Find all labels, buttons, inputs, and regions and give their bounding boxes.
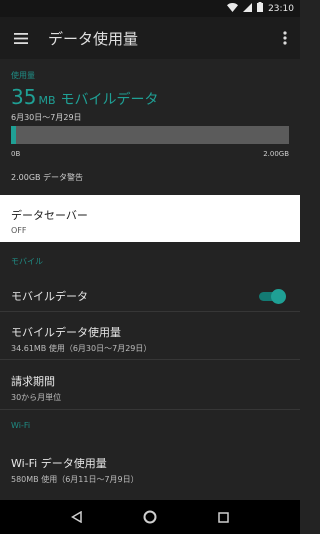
billing-cycle-row[interactable]: 請求期間 30から月単位 — [0, 373, 300, 403]
battery-icon — [257, 2, 264, 15]
usage-progress-fill — [11, 126, 16, 144]
back-icon[interactable] — [67, 507, 87, 527]
usage-bar-max-label: 2.00GB — [263, 150, 289, 158]
divider — [0, 359, 300, 360]
signal-icon — [243, 2, 253, 15]
billing-cycle-title: 請求期間 — [11, 375, 55, 388]
wifi-usage-row[interactable]: Wi-Fi データ使用量 580MB 使用（6月11日〜7月9日） — [0, 455, 300, 485]
more-vert-icon[interactable] — [270, 17, 300, 59]
mobile-data-toggle[interactable] — [257, 288, 287, 304]
wifi-usage-subtitle: 580MB 使用（6月11日〜7月9日） — [11, 475, 139, 484]
data-saver-item[interactable]: データセーバー OFF — [0, 195, 300, 242]
usage-unit: MB — [38, 94, 56, 107]
toggle-thumb — [271, 289, 286, 304]
hamburger-menu-icon[interactable] — [0, 17, 42, 59]
page-title: データ使用量 — [48, 29, 139, 48]
wifi-usage-title: Wi-Fi データ使用量 — [11, 457, 107, 470]
billing-cycle-subtitle: 30から月単位 — [11, 393, 62, 402]
data-warning-text: 2.00GB データ警告 — [11, 173, 84, 182]
usage-bar-min-label: 0B — [11, 150, 21, 158]
data-saver-status: OFF — [11, 226, 27, 235]
divider — [0, 311, 300, 312]
recents-icon[interactable] — [213, 507, 233, 527]
usage-progress-bar — [11, 126, 289, 144]
navigation-bar — [0, 500, 300, 534]
settings-content[interactable]: 使用量 35 MB モバイルデータ 6月30日〜7月29日 0B 2.00GB … — [0, 59, 300, 500]
wifi-icon — [227, 2, 239, 15]
divider — [0, 409, 300, 410]
status-bar: 23:10 — [0, 0, 300, 17]
data-saver-title: データセーバー — [11, 209, 88, 222]
usage-section-header: 使用量 — [11, 71, 35, 80]
home-icon[interactable] — [140, 507, 160, 527]
mobile-usage-row[interactable]: モバイルデータ使用量 34.61MB 使用（6月30日〜7月29日） — [0, 324, 300, 354]
mobile-usage-title: モバイルデータ使用量 — [11, 326, 121, 339]
usage-amount: 35 — [11, 85, 37, 109]
app-bar: データ使用量 — [0, 17, 300, 59]
usage-summary: 35 MB モバイルデータ — [11, 85, 159, 109]
mobile-data-row[interactable]: モバイルデータ — [0, 288, 300, 312]
mobile-usage-subtitle: 34.61MB 使用（6月30日〜7月29日） — [11, 344, 152, 353]
wifi-section-header: Wi-Fi — [11, 421, 31, 430]
clock: 23:10 — [268, 3, 294, 14]
usage-date-range: 6月30日〜7月29日 — [11, 113, 82, 122]
usage-type-label: モバイルデータ — [60, 92, 159, 108]
mobile-section-header: モバイル — [11, 257, 43, 266]
